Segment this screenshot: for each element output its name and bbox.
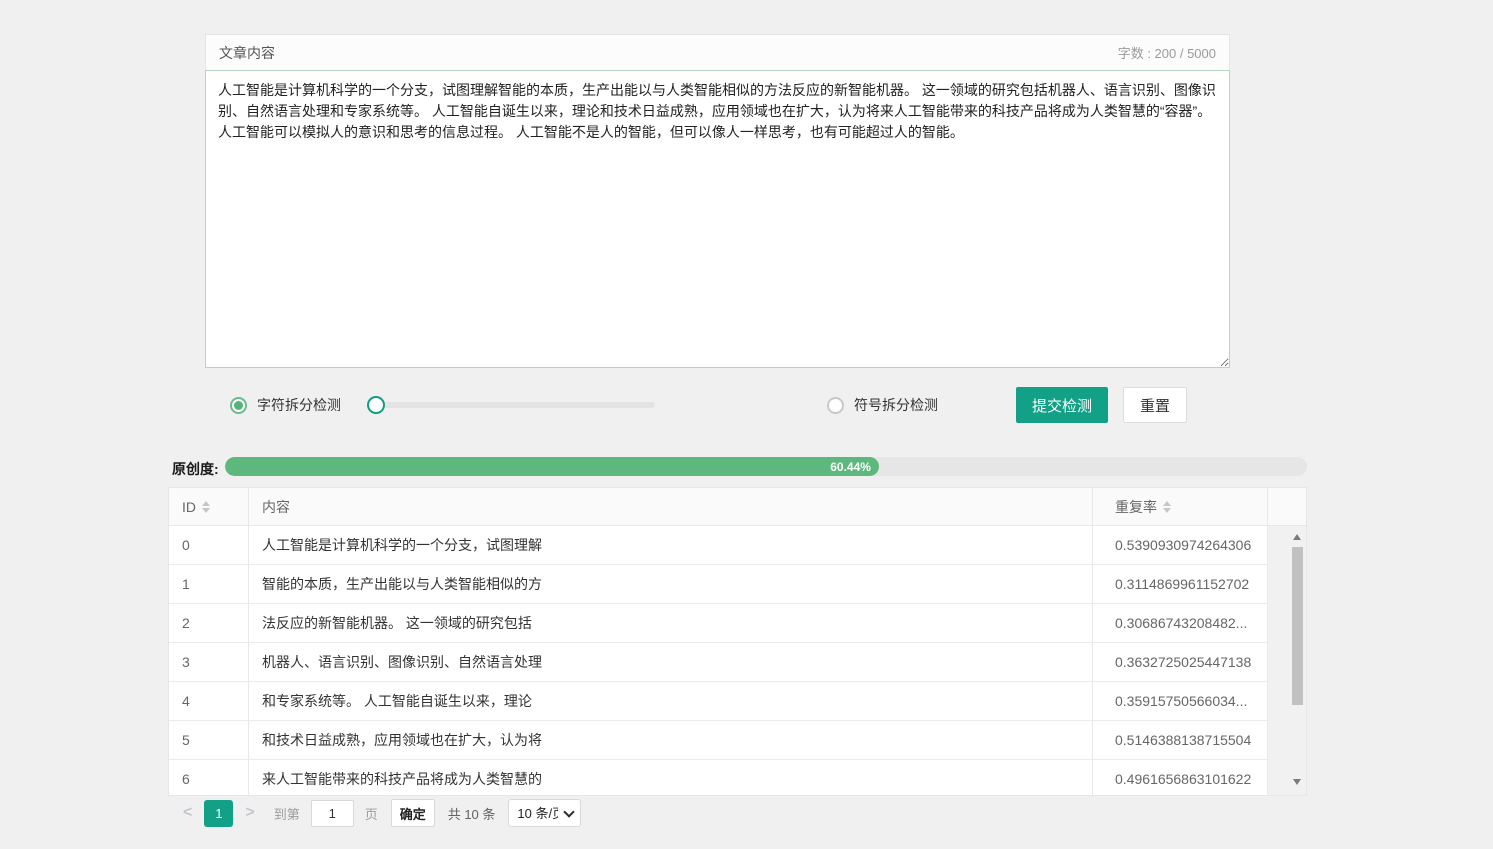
page-size-select-wrap: 10 条/页 xyxy=(508,799,581,827)
table-scrollbar[interactable] xyxy=(1290,526,1305,795)
row-cell-rate: 0.30686743208482... xyxy=(1093,604,1268,642)
chevron-left-icon[interactable]: < xyxy=(183,804,192,822)
radio-dot-icon xyxy=(234,401,243,410)
row-cell-id: 3 xyxy=(169,643,249,681)
sort-icon[interactable] xyxy=(202,501,210,513)
scrollbar-thumb[interactable] xyxy=(1292,547,1303,705)
chevron-right-icon[interactable]: > xyxy=(245,804,254,822)
scroll-down-icon[interactable] xyxy=(1293,779,1301,785)
submit-detection-button[interactable]: 提交检测 xyxy=(1016,387,1108,423)
radio-symbol-split[interactable]: 符号拆分检测 xyxy=(827,387,938,423)
table-row: 2 法反应的新智能机器。 这一领域的研究包括 0.30686743208482.… xyxy=(169,604,1268,643)
row-cell-id: 1 xyxy=(169,565,249,603)
table-row: 5 和技术日益成熟，应用领域也在扩大，认为将 0.514638813871550… xyxy=(169,721,1268,760)
row-cell-rate: 0.5146388138715504 xyxy=(1093,721,1268,759)
row-cell-content: 人工智能是计算机科学的一个分支，试图理解 xyxy=(249,526,1093,564)
header-content-label: 内容 xyxy=(262,497,290,517)
result-table: ID 内容 重复率 0 人工智能是计算机科学的一个分支，试图理解 0.53909… xyxy=(168,487,1307,796)
header-cell-gutter xyxy=(1268,488,1306,525)
radio-unchecked-icon xyxy=(827,397,844,414)
total-count-label: 共 10 条 xyxy=(448,804,496,823)
row-cell-content: 和技术日益成熟，应用领域也在扩大，认为将 xyxy=(249,721,1093,759)
row-cell-rate: 0.3632725025447138 xyxy=(1093,643,1268,681)
split-length-slider[interactable] xyxy=(367,396,655,414)
row-cell-rate: 0.35915750566034... xyxy=(1093,682,1268,720)
confirm-page-button[interactable]: 确定 xyxy=(391,799,435,827)
originality-progress-track: 60.44% xyxy=(225,457,1307,476)
table-row: 4 和专家系统等。 人工智能自诞生以来，理论 0.35915750566034.… xyxy=(169,682,1268,721)
table-rows: 0 人工智能是计算机科学的一个分支，试图理解 0.539093097426430… xyxy=(169,526,1306,795)
slider-handle-icon[interactable] xyxy=(367,396,385,414)
panel-title: 文章内容 xyxy=(219,43,275,63)
radio-checked-icon xyxy=(230,397,247,414)
detection-controls: 字符拆分检测 符号拆分检测 提交检测 重置 xyxy=(205,387,1230,423)
sort-icon[interactable] xyxy=(1163,501,1171,513)
row-cell-id: 0 xyxy=(169,526,249,564)
header-cell-content: 内容 xyxy=(249,488,1093,525)
word-count: 字数 : 200 / 5000 xyxy=(1118,43,1216,62)
radio-char-split-label: 字符拆分检测 xyxy=(257,395,341,415)
originality-label: 原创度: xyxy=(172,459,219,479)
table-row: 0 人工智能是计算机科学的一个分支，试图理解 0.539093097426430… xyxy=(169,526,1268,565)
article-textarea[interactable]: 人工智能是计算机科学的一个分支，试图理解智能的本质，生产出能以与人类智能相似的方… xyxy=(205,70,1230,368)
radio-char-split[interactable]: 字符拆分检测 xyxy=(230,387,341,423)
pagination-bar: < 1 > 到第 页 确定 共 10 条 10 条/页 xyxy=(168,798,1307,828)
table-header-row: ID 内容 重复率 xyxy=(169,488,1306,526)
header-rate-label: 重复率 xyxy=(1115,497,1157,517)
originality-progress-fill: 60.44% xyxy=(225,457,879,476)
row-cell-content: 来人工智能带来的科技产品将成为人类智慧的 xyxy=(249,760,1093,795)
radio-symbol-split-label: 符号拆分检测 xyxy=(854,395,938,415)
table-row: 6 来人工智能带来的科技产品将成为人类智慧的 0.496165686310162… xyxy=(169,760,1268,795)
row-cell-rate: 0.5390930974264306 xyxy=(1093,526,1268,564)
header-cell-rate[interactable]: 重复率 xyxy=(1093,488,1268,525)
page-number-button[interactable]: 1 xyxy=(204,800,233,827)
article-panel-header: 文章内容 字数 : 200 / 5000 xyxy=(205,34,1230,70)
row-cell-id: 5 xyxy=(169,721,249,759)
row-cell-rate: 0.3114869961152702 xyxy=(1093,565,1268,603)
table-row: 1 智能的本质，生产出能以与人类智能相似的方 0.311486996115270… xyxy=(169,565,1268,604)
header-id-label: ID xyxy=(182,499,196,515)
row-cell-id: 2 xyxy=(169,604,249,642)
row-cell-content: 智能的本质，生产出能以与人类智能相似的方 xyxy=(249,565,1093,603)
originality-section: 原创度: 60.44% xyxy=(172,457,1307,477)
table-row: 3 机器人、语言识别、图像识别、自然语言处理 0.363272502544713… xyxy=(169,643,1268,682)
scroll-up-icon[interactable] xyxy=(1293,534,1301,540)
article-panel: 文章内容 字数 : 200 / 5000 人工智能是计算机科学的一个分支，试图理… xyxy=(205,34,1230,368)
goto-page-input[interactable] xyxy=(311,800,354,827)
goto-page-prefix: 到第 xyxy=(274,804,300,823)
goto-page-suffix: 页 xyxy=(365,804,378,823)
row-cell-id: 6 xyxy=(169,760,249,795)
page-size-select[interactable]: 10 条/页 xyxy=(508,799,581,827)
row-cell-id: 4 xyxy=(169,682,249,720)
row-cell-rate: 0.4961656863101622 xyxy=(1093,760,1268,795)
originality-percent: 60.44% xyxy=(830,460,871,474)
reset-button[interactable]: 重置 xyxy=(1123,387,1187,423)
header-cell-id[interactable]: ID xyxy=(169,488,249,525)
slider-track[interactable] xyxy=(371,402,655,408)
row-cell-content: 和专家系统等。 人工智能自诞生以来，理论 xyxy=(249,682,1093,720)
table-scroll-gutter xyxy=(1267,526,1306,795)
table-body: 0 人工智能是计算机科学的一个分支，试图理解 0.539093097426430… xyxy=(169,526,1306,795)
row-cell-content: 机器人、语言识别、图像识别、自然语言处理 xyxy=(249,643,1093,681)
row-cell-content: 法反应的新智能机器。 这一领域的研究包括 xyxy=(249,604,1093,642)
